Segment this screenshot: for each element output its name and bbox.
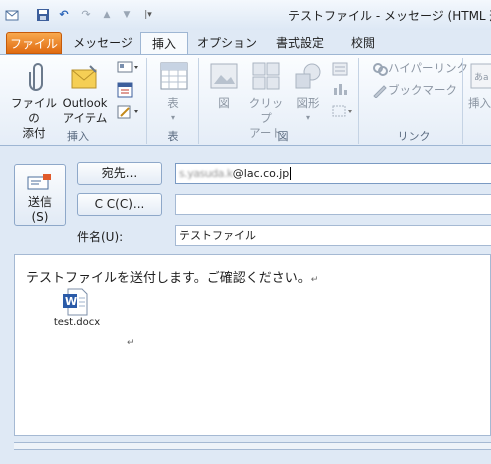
subject-label: 件名(U):	[77, 230, 124, 244]
clipart-icon	[252, 62, 280, 93]
to-value: @lac.co.jp	[232, 167, 290, 180]
tab-options[interactable]: オプション	[196, 32, 258, 54]
hyperlink-icon	[372, 62, 388, 79]
tab-file[interactable]: ファイル	[6, 32, 62, 54]
redo-icon[interactable]: ↷	[79, 8, 93, 22]
send-label-1: 送信	[27, 195, 52, 209]
tab-message[interactable]: メッセージ	[70, 32, 136, 54]
svg-text:W: W	[65, 295, 77, 308]
links-group-label: リンク	[397, 130, 431, 143]
shapes-dropdown-icon: ▾	[305, 113, 310, 122]
outlook-item-label-2: アイテム	[62, 111, 108, 125]
send-label-2: (S)	[31, 210, 49, 224]
arrow-down-icon[interactable]: ▼	[120, 8, 134, 22]
send-label: 送信 (S)	[15, 195, 65, 225]
clipart-label-1: クリップ	[248, 96, 284, 125]
outlook-item-button[interactable]: Outlook アイテム	[60, 96, 110, 126]
bookmark-icon	[372, 84, 388, 101]
outlook-app-icon[interactable]	[5, 8, 19, 22]
save-icon[interactable]	[36, 8, 50, 22]
attach-file-label-1: ファイルの	[11, 96, 57, 125]
picture-icon	[210, 62, 238, 93]
attach-file-label-2: 添付	[22, 126, 46, 140]
attachment-name[interactable]: test.docx	[52, 317, 102, 328]
business-card-icon[interactable]	[117, 60, 139, 77]
tab-review[interactable]: 校閲	[340, 32, 386, 54]
table-button[interactable]: 表	[158, 96, 188, 111]
svg-text:あa: あa	[474, 72, 489, 83]
title-bar: ↶ ↷ ▲ ▼ |▾ テストファイル - メッセージ (HTML 形	[0, 0, 491, 30]
to-button[interactable]: 宛先...	[77, 162, 162, 185]
screenshot-icon[interactable]	[332, 104, 354, 121]
body-text-content: テストファイルを送付します。ご確認ください。	[26, 271, 311, 286]
outlook-item-label-1: Outlook	[62, 96, 108, 110]
table-icon	[160, 62, 188, 93]
text-cursor	[290, 167, 292, 180]
group-divider	[358, 58, 359, 144]
illustrations-group-label: 図	[277, 130, 289, 143]
undo-icon[interactable]: ↶	[57, 8, 71, 22]
hyperlink-button[interactable]: ハイパーリンク	[388, 61, 468, 76]
send-button[interactable]: 送信 (S)	[14, 164, 66, 226]
chart-icon[interactable]	[332, 82, 348, 99]
return-mark: ↵	[310, 275, 319, 285]
group-divider	[462, 58, 463, 144]
shapes-button[interactable]: 図形	[292, 96, 324, 111]
smartart-icon[interactable]	[332, 62, 348, 79]
text-insert-button[interactable]: 挿入	[468, 96, 491, 111]
textbox-icon: あa	[470, 62, 491, 93]
signature-icon[interactable]	[117, 104, 139, 123]
to-obscured-prefix: s.yasuda.k	[179, 167, 233, 180]
tab-insert[interactable]: 挿入	[140, 32, 188, 55]
word-document-icon[interactable]: W	[62, 288, 88, 316]
cc-field[interactable]	[175, 194, 491, 215]
to-field[interactable]: s.yasuda.k@lac.co.jp	[175, 163, 491, 184]
outlook-item-icon	[70, 64, 100, 93]
window-title: テストファイル - メッセージ (HTML 形	[288, 9, 491, 23]
attach-file-button[interactable]: ファイルの 添付	[10, 96, 58, 141]
subject-field[interactable]: テストファイル	[175, 225, 491, 246]
bookmark-button[interactable]: ブックマーク	[388, 83, 457, 98]
status-bar	[14, 442, 491, 450]
table-dropdown-icon: ▾	[170, 113, 175, 122]
paperclip-icon	[24, 62, 44, 95]
group-divider	[198, 58, 199, 144]
customize-qat-icon[interactable]: |▾	[141, 8, 155, 22]
tab-format[interactable]: 書式設定	[268, 32, 332, 54]
body-text: テストファイルを送付します。ご確認ください。↵	[26, 267, 318, 286]
calendar-icon[interactable]	[117, 82, 133, 101]
cc-button[interactable]: C C(C)...	[77, 193, 162, 216]
send-mail-icon	[27, 173, 53, 194]
arrow-up-icon[interactable]: ▲	[100, 8, 114, 22]
return-mark: ↵	[127, 338, 135, 348]
table-group-label: 表	[167, 130, 179, 143]
picture-button[interactable]: 図	[210, 96, 238, 111]
insert-group-label: 挿入	[67, 130, 89, 143]
group-divider	[146, 58, 147, 144]
shapes-icon	[294, 62, 322, 93]
